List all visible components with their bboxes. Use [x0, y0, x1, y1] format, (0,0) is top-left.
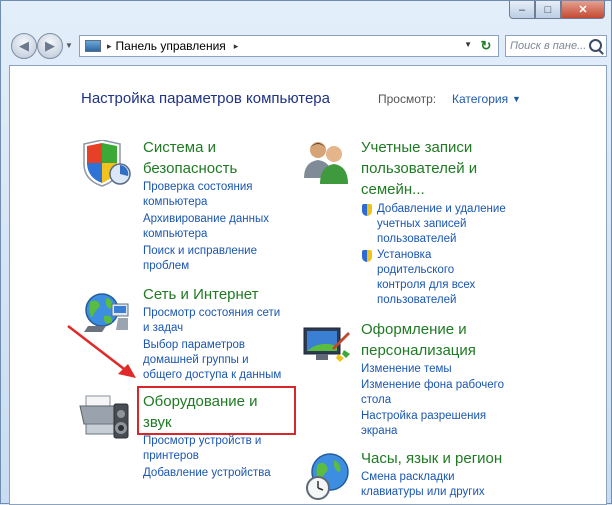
uac-shield-icon	[362, 204, 372, 216]
link-change-background[interactable]: стола	[361, 393, 391, 408]
link-change-keyboard[interactable]: Смена раскладки	[361, 470, 455, 485]
link-check-status[interactable]: компьютера	[143, 195, 207, 210]
link-screen-resolution[interactable]: Настройка разрешения	[361, 409, 486, 424]
system-security-heading-line2[interactable]: безопасность	[143, 158, 237, 179]
appearance-heading-line2[interactable]: персонализация	[361, 340, 476, 361]
link-screen-resolution[interactable]: экрана	[361, 424, 397, 439]
maximize-button[interactable]: □	[535, 1, 561, 19]
view-label: Просмотр:	[378, 92, 437, 106]
system-security-heading-line1[interactable]: Система и	[143, 137, 216, 158]
security-shield-icon[interactable]	[80, 140, 132, 188]
network-heading[interactable]: Сеть и Интернет	[143, 284, 259, 305]
link-add-remove-accounts[interactable]: пользователей	[377, 232, 456, 247]
minimize-button[interactable]: –	[509, 1, 535, 19]
link-backup[interactable]: Архивирование данных	[143, 212, 269, 227]
forward-button[interactable]: ▶	[37, 33, 63, 59]
user-accounts-heading-line1[interactable]: Учетные записи	[361, 137, 472, 158]
breadcrumb-separator[interactable]: ▸	[107, 41, 112, 52]
view-by-category-dropdown[interactable]: Категория	[452, 92, 508, 106]
link-change-keyboard[interactable]: клавиатуры или других	[361, 485, 485, 500]
link-troubleshoot[interactable]: проблем	[143, 259, 189, 274]
close-button[interactable]: ✕	[561, 1, 605, 19]
control-panel-window: – □ ✕ ◀ ▶ ▼ ▸ Панель управления ▸ ▼ ↻ По…	[0, 0, 612, 505]
breadcrumb-control-panel[interactable]: Панель управления	[116, 39, 226, 53]
recent-pages-dropdown-icon[interactable]: ▼	[65, 41, 73, 50]
refresh-icon[interactable]: ↻	[477, 37, 495, 55]
appearance-heading-line1[interactable]: Оформление и	[361, 319, 467, 340]
link-parental-controls[interactable]: Установка	[377, 248, 431, 263]
link-homegroup[interactable]: домашней группы и	[143, 353, 249, 368]
link-change-background[interactable]: Изменение фона рабочего	[361, 378, 504, 393]
link-homegroup[interactable]: Выбор параметров	[143, 338, 245, 353]
navigation-toolbar: ◀ ▶ ▼ ▸ Панель управления ▸ ▼ ↻ Поиск в …	[7, 31, 607, 61]
link-check-status[interactable]: Проверка состояния	[143, 180, 253, 195]
link-add-remove-accounts[interactable]: Добавление и удаление	[377, 202, 506, 217]
users-icon[interactable]	[300, 138, 352, 184]
address-dropdown-icon[interactable]: ▼	[464, 40, 472, 49]
clock-region-heading[interactable]: Часы, язык и регион	[361, 448, 502, 469]
link-parental-controls[interactable]: контроля для всех	[377, 278, 475, 293]
link-homegroup[interactable]: общего доступа к данным	[143, 368, 281, 383]
search-box[interactable]: Поиск в пане...	[505, 35, 607, 57]
page-title: Настройка параметров компьютера	[81, 90, 330, 107]
link-parental-controls[interactable]: родительского	[377, 263, 454, 278]
link-backup[interactable]: компьютера	[143, 227, 207, 242]
appearance-monitor-icon[interactable]	[302, 324, 352, 366]
address-bar[interactable]: ▸ Панель управления ▸ ▼ ↻	[79, 35, 499, 57]
link-add-device[interactable]: Добавление устройства	[143, 466, 271, 481]
back-button[interactable]: ◀	[11, 33, 37, 59]
caption-buttons: – □ ✕	[509, 1, 605, 19]
red-arrow-annotation	[67, 325, 136, 378]
user-accounts-heading-line3[interactable]: семейн...	[361, 179, 425, 200]
link-parental-controls[interactable]: пользователей	[377, 293, 456, 308]
user-accounts-heading-line2[interactable]: пользователей и	[361, 158, 477, 179]
printer-speaker-icon[interactable]	[78, 394, 134, 442]
link-view-devices[interactable]: принтеров	[143, 449, 199, 464]
breadcrumb-separator[interactable]: ▸	[234, 41, 239, 52]
highlight-box	[137, 386, 296, 435]
control-panel-icon	[85, 40, 101, 52]
uac-shield-icon	[362, 250, 372, 262]
link-add-remove-accounts[interactable]: учетных записей	[377, 217, 466, 232]
search-input[interactable]: Поиск в пане...	[510, 40, 590, 52]
content-area: Настройка параметров компьютера Просмотр…	[9, 65, 607, 505]
link-change-theme[interactable]: Изменение темы	[361, 362, 452, 377]
chevron-down-icon[interactable]: ▼	[512, 94, 521, 104]
clock-globe-icon[interactable]	[304, 450, 354, 502]
link-network-status[interactable]: и задач	[143, 321, 183, 336]
link-network-status[interactable]: Просмотр состояния сети	[143, 306, 280, 321]
search-icon[interactable]	[589, 39, 602, 52]
link-troubleshoot[interactable]: Поиск и исправление	[143, 244, 257, 259]
link-view-devices[interactable]: Просмотр устройств и	[143, 434, 261, 449]
